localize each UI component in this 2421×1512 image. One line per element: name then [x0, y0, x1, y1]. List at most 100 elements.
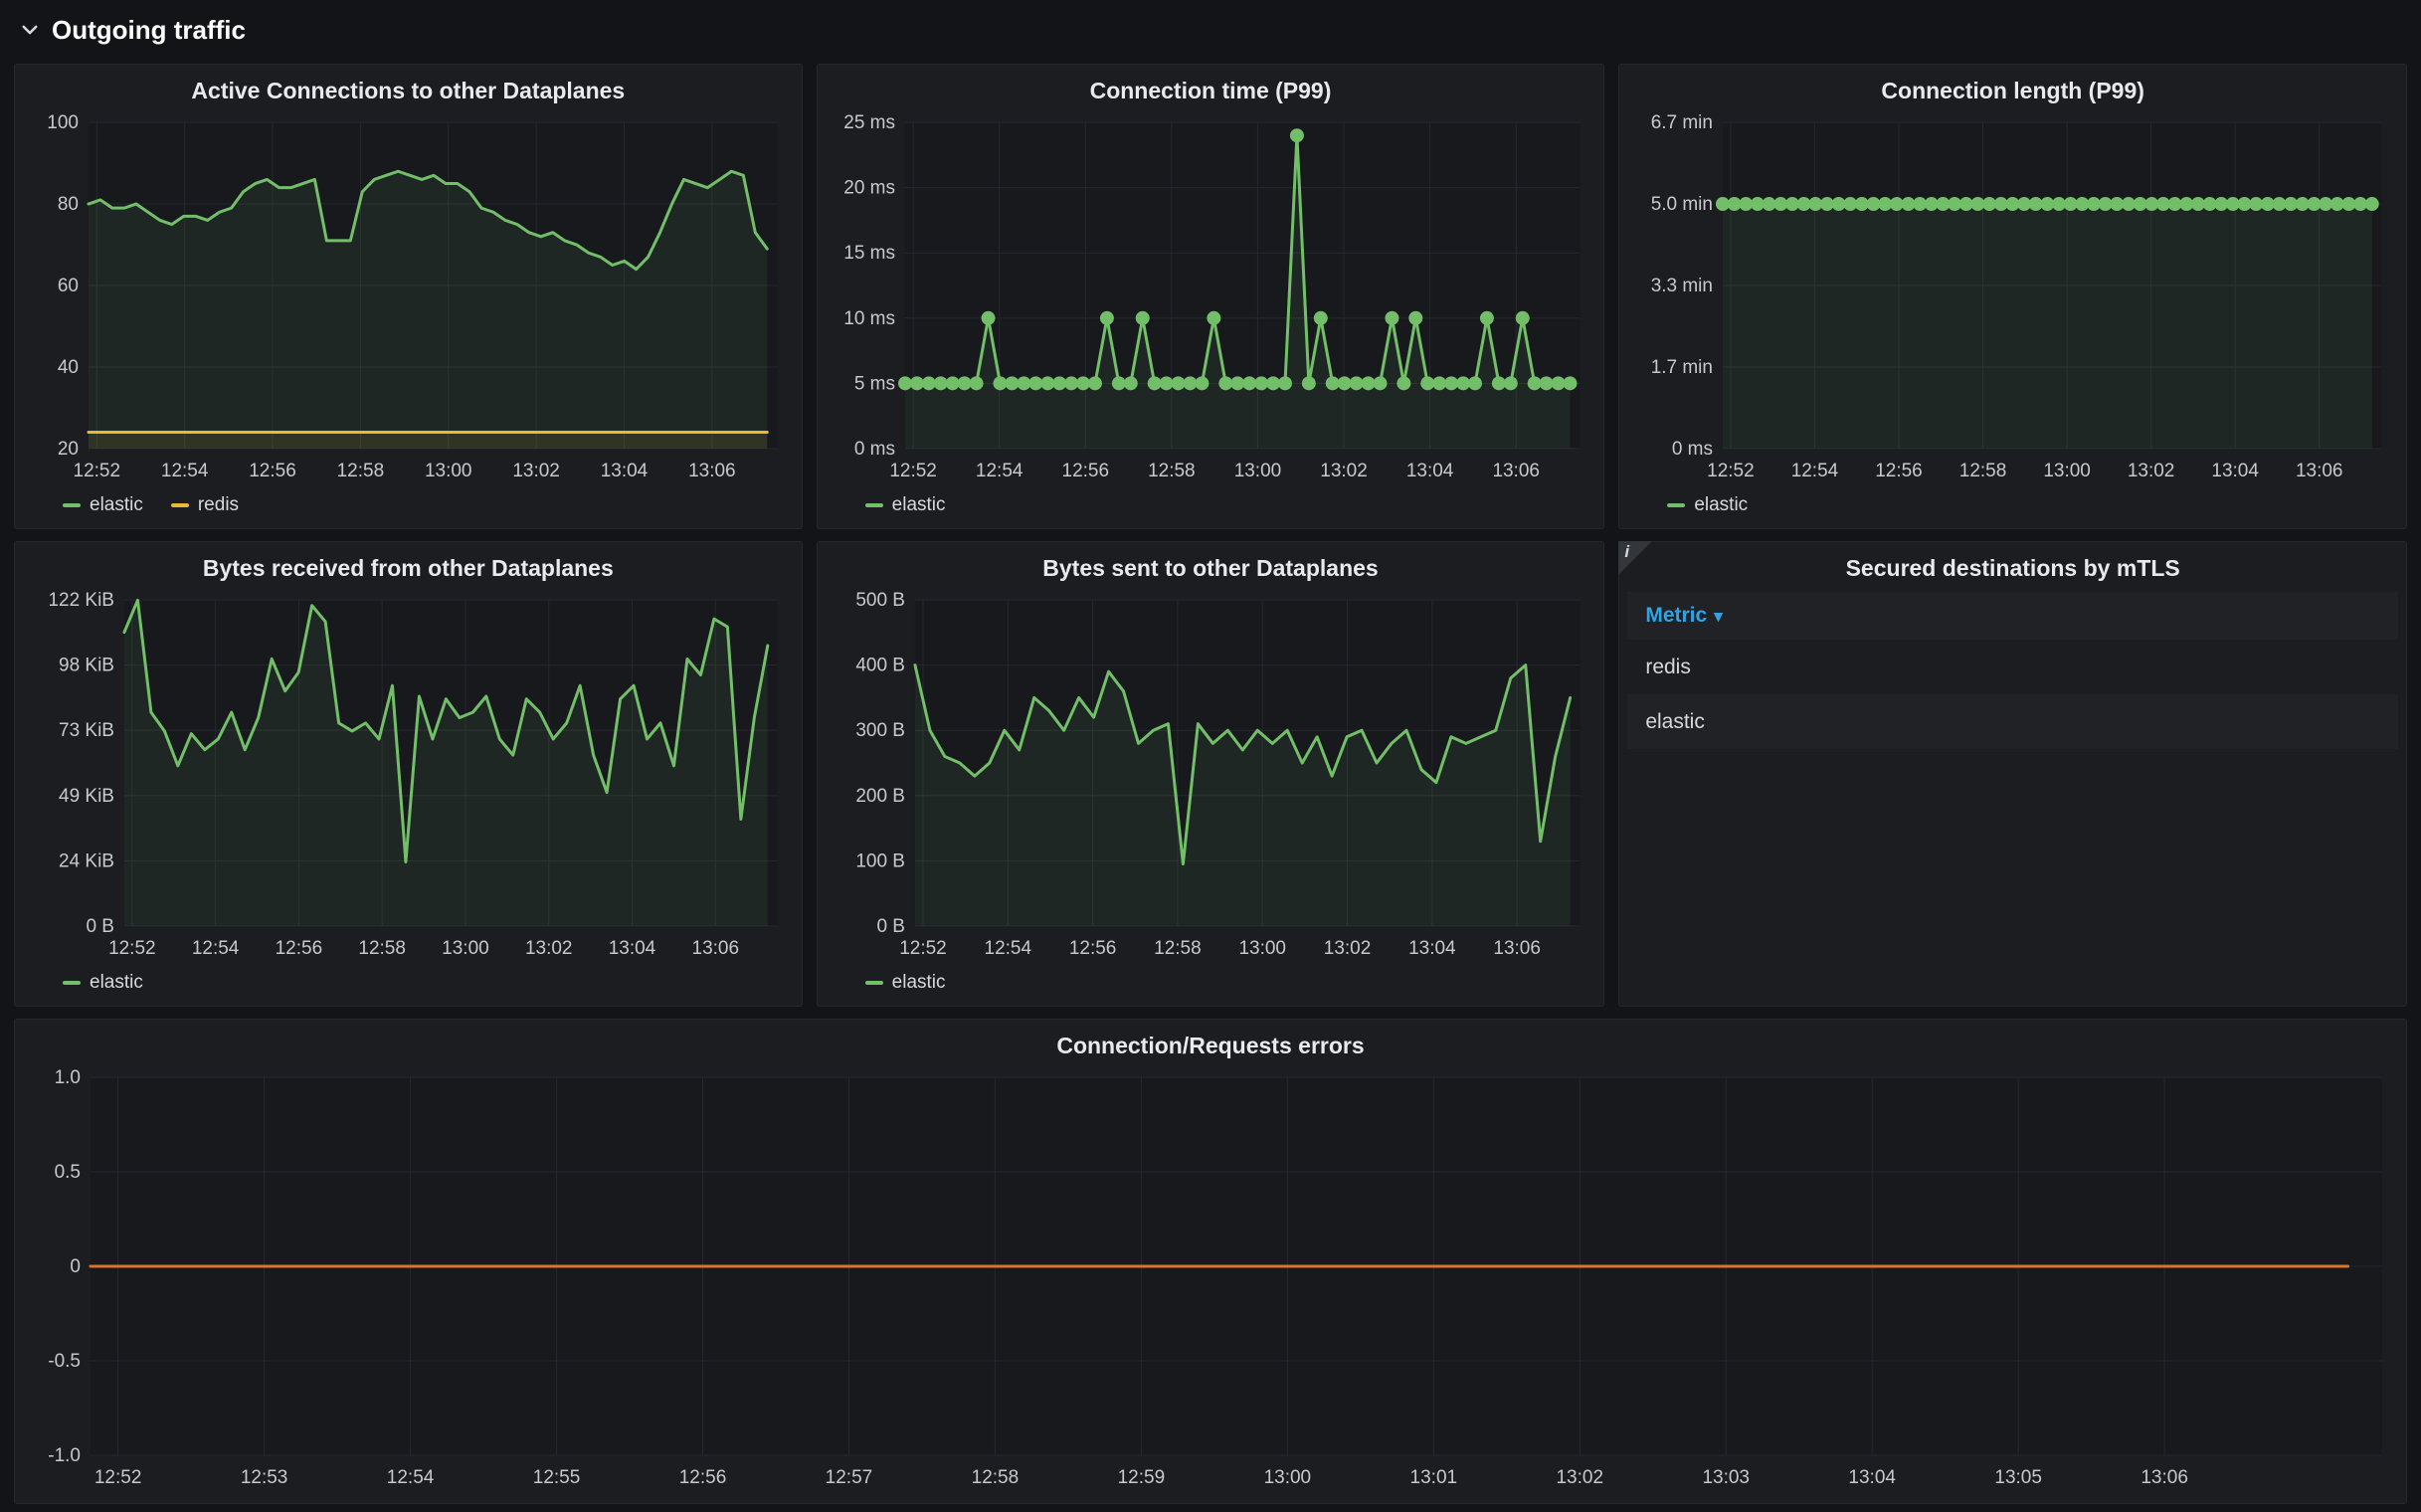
panel-secured-destinations: i Secured destinations by mTLS Metric ▾ … — [1618, 541, 2407, 1007]
panel-title-connection-errors[interactable]: Connection/Requests errors — [23, 1026, 2398, 1065]
panel-info-icon[interactable]: i — [1618, 541, 1652, 575]
legend-label: redis — [198, 494, 239, 516]
connection-length-chart[interactable]: 0 ms1.7 min3.3 min5.0 min6.7 min12:5212:… — [1627, 110, 2398, 490]
legend-item-elastic[interactable]: elastic — [63, 972, 143, 994]
series-fill — [89, 433, 767, 449]
series-point — [1218, 376, 1232, 390]
series-point — [1147, 376, 1161, 390]
chart-area: 0 ms1.7 min3.3 min5.0 min6.7 min12:5212:… — [1627, 110, 2398, 490]
x-axis-tick-label: 12:56 — [1069, 938, 1117, 959]
series-point — [1230, 376, 1244, 390]
grafana-dashboard: Outgoing traffic Active Connections to o… — [0, 0, 2421, 1512]
x-axis-tick-label: 13:04 — [601, 461, 649, 481]
x-axis-tick-label: 13:02 — [512, 461, 560, 481]
table-row[interactable]: redis — [1627, 640, 2398, 694]
series-point — [1373, 376, 1387, 390]
y-axis-tick-label: 6.7 min — [1651, 112, 1713, 133]
series-point — [2365, 197, 2379, 211]
x-axis-tick-label: 12:54 — [161, 461, 209, 481]
y-axis-tick-label: 0 — [70, 1256, 81, 1277]
x-axis-tick-label: 12:58 — [1959, 461, 2007, 481]
chart-area: 0 ms5 ms10 ms15 ms20 ms25 ms12:5212:5412… — [826, 110, 1596, 490]
series-fill — [1723, 204, 2372, 449]
series-point — [1052, 376, 1066, 390]
caret-down-icon: ▾ — [1714, 608, 1723, 625]
legend-item-elastic[interactable]: elastic — [63, 494, 143, 516]
series-point — [1290, 128, 1304, 142]
series-point — [1349, 376, 1363, 390]
dashboard-row-2: Bytes received from other Dataplanes 0 B… — [14, 541, 2407, 1007]
legend-item-elastic[interactable]: elastic — [1667, 494, 1748, 516]
table-row[interactable]: elastic — [1627, 694, 2398, 749]
panel-bytes-received: Bytes received from other Dataplanes 0 B… — [14, 541, 803, 1007]
panel-title-secured-destinations[interactable]: Secured destinations by mTLS — [1627, 548, 2398, 588]
series-point — [933, 376, 947, 390]
x-axis-tick-label: 13:04 — [2212, 461, 2260, 481]
y-axis-tick-label: 20 ms — [843, 178, 895, 199]
series-point — [1207, 311, 1220, 325]
y-axis-tick-label: 0 B — [86, 916, 113, 937]
y-axis-tick-label: 24 KiB — [59, 850, 114, 871]
series-point — [1539, 376, 1553, 390]
legend-swatch — [63, 503, 81, 507]
legend-item-redis[interactable]: redis — [171, 494, 239, 516]
series-point — [1361, 376, 1375, 390]
table-body: rediselastic — [1627, 640, 2398, 749]
x-axis-tick-label: 13:06 — [2296, 461, 2343, 481]
legend-label: elastic — [90, 494, 143, 516]
bytes-sent-chart[interactable]: 0 B100 B200 B300 B400 B500 B12:5212:5412… — [826, 588, 1596, 968]
x-axis-tick-label: 12:52 — [108, 938, 156, 959]
active-connections-chart[interactable]: 2040608010012:5212:5412:5612:5813:0013:0… — [23, 110, 794, 490]
chart-area: 0 B100 B200 B300 B400 B500 B12:5212:5412… — [826, 588, 1596, 968]
y-axis-tick-label: 40 — [58, 357, 79, 378]
y-axis-tick-label: 80 — [58, 194, 79, 215]
series-point — [1468, 376, 1482, 390]
chart-legend: elastic redis — [23, 490, 794, 522]
legend-item-elastic[interactable]: elastic — [865, 972, 946, 994]
legend-swatch — [865, 981, 883, 985]
panel-title-active-connections[interactable]: Active Connections to other Dataplanes — [23, 71, 794, 110]
x-axis-tick-label: 13:02 — [1323, 938, 1371, 959]
series-point — [1302, 376, 1316, 390]
x-axis-tick-label: 13:00 — [1233, 461, 1281, 481]
chart-legend: elastic — [826, 968, 1596, 1000]
chart-area: 2040608010012:5212:5412:5612:5813:0013:0… — [23, 110, 794, 490]
column-header-metric[interactable]: Metric ▾ — [1645, 604, 1722, 628]
series-point — [969, 376, 983, 390]
series-point — [1254, 376, 1268, 390]
panel-connection-time: Connection time (P99) 0 ms5 ms10 ms15 ms… — [817, 64, 1605, 529]
x-axis-tick-label: 13:04 — [609, 938, 656, 959]
panel-title-bytes-sent[interactable]: Bytes sent to other Dataplanes — [826, 548, 1596, 588]
section-header-outgoing-traffic[interactable]: Outgoing traffic — [14, 8, 2407, 52]
legend-swatch — [1667, 503, 1685, 507]
info-letter: i — [1624, 542, 1629, 562]
panel-title-bytes-received[interactable]: Bytes received from other Dataplanes — [23, 548, 794, 588]
series-point — [1444, 376, 1458, 390]
chart-area: 0 B24 KiB49 KiB73 KiB98 KiB122 KiB12:521… — [23, 588, 794, 968]
x-axis-tick-label: 12:58 — [358, 938, 406, 959]
chart-legend: elastic — [23, 968, 794, 1000]
panel-title-connection-length[interactable]: Connection length (P99) — [1627, 71, 2398, 110]
connection-errors-chart[interactable]: -1.0-0.500.51.012:5212:5312:5412:5512:56… — [23, 1065, 2398, 1497]
bytes-received-chart[interactable]: 0 B24 KiB49 KiB73 KiB98 KiB122 KiB12:521… — [23, 588, 794, 968]
series-point — [1385, 311, 1398, 325]
x-axis-tick-label: 13:06 — [1492, 461, 1540, 481]
panel-title-connection-time[interactable]: Connection time (P99) — [826, 71, 1596, 110]
chart-legend: elastic — [826, 490, 1596, 522]
x-axis-tick-label: 12:56 — [679, 1467, 727, 1488]
mtls-table: Metric ▾ rediselastic — [1627, 592, 2398, 1000]
y-axis-tick-label: 0 B — [876, 916, 905, 937]
x-axis-tick-label: 13:05 — [1994, 1467, 2042, 1488]
connection-time-chart[interactable]: 0 ms5 ms10 ms15 ms20 ms25 ms12:5212:5412… — [826, 110, 1596, 490]
y-axis-tick-label: 5.0 min — [1651, 194, 1713, 215]
y-axis-tick-label: 49 KiB — [59, 786, 114, 807]
x-axis-tick-label: 12:52 — [74, 461, 121, 481]
x-axis-tick-label: 13:06 — [692, 938, 740, 959]
series-point — [1171, 376, 1185, 390]
x-axis-tick-label: 12:58 — [337, 461, 385, 481]
legend-item-elastic[interactable]: elastic — [865, 494, 946, 516]
series-point — [1492, 376, 1506, 390]
series-point — [1005, 376, 1019, 390]
series-point — [1123, 376, 1137, 390]
series-point — [1195, 376, 1209, 390]
